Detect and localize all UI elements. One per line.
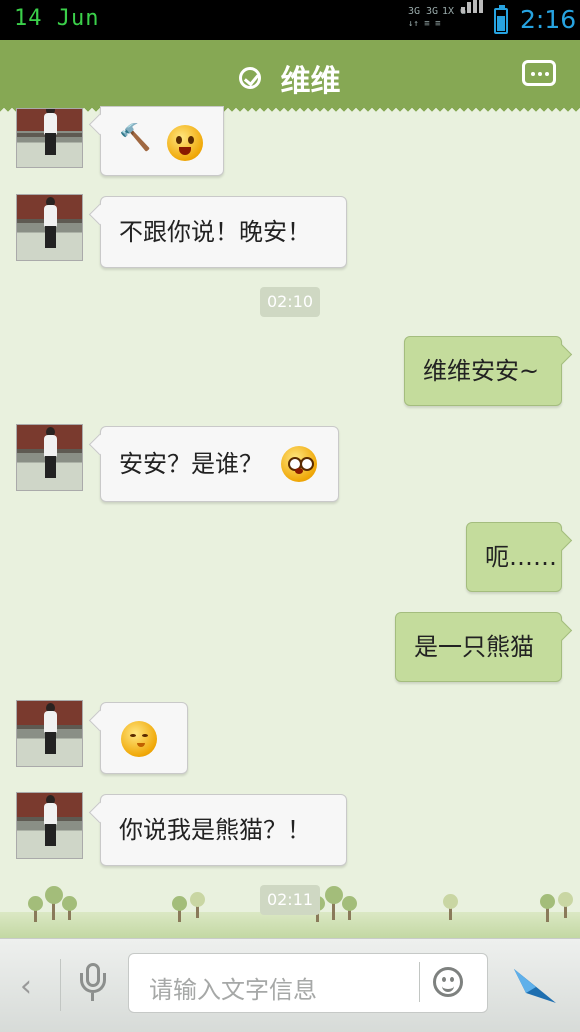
back-icon[interactable]: ‹ [20,969,32,1004]
message-text: 安安？是谁？ [119,450,263,478]
tree-decoration [342,896,357,920]
network-label: 1X [442,6,455,17]
contact-avatar[interactable] [16,424,83,491]
tree-decoration [190,892,205,918]
more-options-button[interactable] [522,60,556,86]
smiley-icon[interactable] [433,967,463,997]
microphone-icon[interactable] [80,961,108,1003]
message-bubble-incoming[interactable] [100,702,188,774]
message-timestamp: 02:10 [260,287,320,317]
tree-decoration [558,892,573,918]
tree-decoration [540,894,555,922]
message-bubble-incoming[interactable]: 安安？是谁？ [100,426,339,502]
tree-decoration [443,894,458,920]
tree-decoration [325,886,343,920]
message-bubble-outgoing[interactable]: 维维安安~ [404,336,562,406]
check-circle-icon [239,67,262,89]
message-input-placeholder: 请输入文字信息 [149,976,317,1004]
decorative-ground [0,912,580,938]
composer-bar: ‹ 请输入文字信息 [0,938,580,1032]
divider [419,962,420,1002]
message-text: 是一只熊猫 [414,633,534,661]
chat-header: 维维 [0,40,580,114]
tree-decoration [45,886,63,920]
battery-icon [494,5,508,34]
message-bubble-outgoing[interactable]: 呃…… [466,522,562,592]
message-text: 呃…… [485,543,557,571]
contact-avatar[interactable] [16,108,83,168]
tree-decoration [62,896,77,920]
contact-avatar[interactable] [16,700,83,767]
dizzy-face-emoji [281,446,317,482]
smug-face-emoji [121,721,157,757]
contact-avatar[interactable] [16,792,83,859]
tree-decoration [172,896,187,922]
message-bubble-incoming[interactable]: 不跟你说！晚安！ [100,196,347,268]
network-label: 3G [408,6,421,17]
message-input[interactable]: 请输入文字信息 [128,953,488,1013]
message-text: 不跟你说！晚安！ [119,218,311,246]
contact-avatar[interactable] [16,194,83,261]
hammer-emoji: 🔨 [119,123,152,153]
message-text: 维维安安~ [423,357,540,385]
tree-decoration [28,896,43,922]
send-icon[interactable] [512,963,558,1005]
status-bar: 14 Jun 3G 3G 1X G ↓↑ ≡ ≡ 2:16 [0,0,580,40]
chat-title: 维维 [280,64,341,99]
network-label: 3G [426,6,439,17]
divider [60,959,61,1011]
status-date: 14 Jun [14,6,100,31]
message-bubble-incoming[interactable]: 🔨 [100,106,224,176]
angry-face-emoji [167,125,203,161]
message-bubble-outgoing[interactable]: 是一只熊猫 [395,612,562,682]
status-clock: 2:16 [520,5,577,34]
message-text: 你说我是熊猫？！ [119,816,311,844]
message-bubble-incoming[interactable]: 你说我是熊猫？！ [100,794,347,866]
message-timestamp: 02:11 [260,885,320,915]
